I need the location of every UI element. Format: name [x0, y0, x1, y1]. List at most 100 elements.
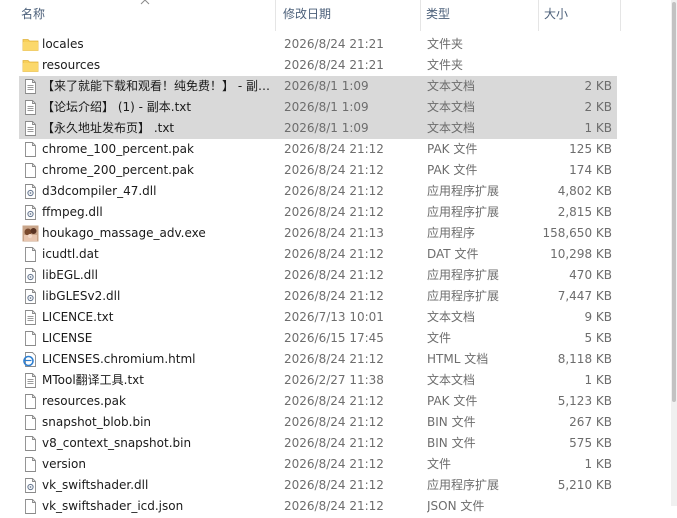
scrollbar-thumb[interactable]: [672, 2, 676, 402]
dll-icon: [22, 288, 39, 305]
file-date: 2026/8/24 21:12: [284, 142, 384, 156]
file-row[interactable]: vk_swiftshader_icd.json 2026/8/24 21:12 JS…: [0, 496, 677, 517]
file-type: 应用程序扩展: [427, 289, 500, 303]
file-name: locales: [42, 37, 84, 51]
file-date: 2026/8/24 21:13: [284, 226, 384, 240]
file-size: 7,447 KB: [557, 289, 612, 303]
column-header-type[interactable]: 类型: [420, 0, 538, 31]
file-icon: [22, 246, 39, 263]
file-date: 2026/8/24 21:12: [284, 478, 384, 492]
file-date: 2026/6/15 17:45: [284, 331, 384, 345]
file-type: 应用程序扩展: [427, 184, 500, 198]
file-size: [540, 55, 612, 76]
file-size: 575 KB: [569, 436, 612, 450]
file-size: 1 KB: [584, 373, 612, 387]
file-row[interactable]: 【论坛介绍】 (1) - 副本.txt 2026/8/1 1:09 文本文档 2 KB: [0, 97, 677, 118]
file-size: 174 KB: [569, 163, 612, 177]
file-date: 2026/8/24 21:12: [284, 457, 384, 471]
column-header-size[interactable]: 大小: [538, 0, 620, 31]
file-row[interactable]: ffmpeg.dll 2026/8/24 21:12 应用程序扩展 2,815 KB: [0, 202, 677, 223]
dll-icon: [22, 183, 39, 200]
file-size: 267 KB: [569, 415, 612, 429]
folder-icon: [22, 57, 39, 74]
file-name: chrome_100_percent.pak: [42, 142, 194, 156]
file-name: d3dcompiler_47.dll: [42, 184, 157, 198]
file-size: 5,210 KB: [557, 478, 612, 492]
file-name: 【论坛介绍】 (1) - 副本.txt: [42, 100, 192, 114]
file-size: 5,123 KB: [557, 394, 612, 408]
file-row[interactable]: resources 2026/8/24 21:21 文件夹: [0, 55, 677, 76]
dll-icon: [22, 267, 39, 284]
folder-icon: [22, 36, 39, 53]
file-date: 2026/8/24 21:12: [284, 205, 384, 219]
file-name: houkago_massage_adv.exe: [42, 226, 206, 240]
column-divider[interactable]: [620, 0, 621, 31]
file-size: 1 KB: [584, 121, 612, 135]
file-size: 158,650 KB: [542, 226, 612, 240]
file-row[interactable]: LICENSE 2026/6/15 17:45 文件 5 KB: [0, 328, 677, 349]
file-type: 文件夹: [427, 37, 464, 51]
file-name: resources: [42, 58, 101, 72]
file-row[interactable]: v8_context_snapshot.bin 2026/8/24 21:12 BI…: [0, 433, 677, 454]
column-header-bar: 名称 修改日期 类型 大小: [0, 0, 677, 31]
file-type: PAK 文件: [427, 142, 478, 156]
file-name: 【来了就能下载和观看！纯免费！】 - 副本.txt: [42, 79, 274, 93]
column-header-name[interactable]: 名称: [15, 0, 275, 31]
text-file-icon: [22, 309, 39, 326]
file-size: 8,118 KB: [557, 352, 612, 366]
file-size: 125 KB: [569, 142, 612, 156]
file-row[interactable]: houkago_massage_adv.exe 2026/8/24 21:13 应用…: [0, 223, 677, 244]
file-row[interactable]: MTool翻译工具.txt 2026/2/27 11:38 文本文档 1 KB: [0, 370, 677, 391]
file-name: libEGL.dll: [42, 268, 98, 282]
file-row[interactable]: chrome_200_percent.pak 2026/8/24 21:12 PAK…: [0, 160, 677, 181]
dll-icon: [22, 477, 39, 494]
file-row[interactable]: LICENCE.txt 2026/7/13 10:01 文本文档 9 KB: [0, 307, 677, 328]
file-row[interactable]: libEGL.dll 2026/8/24 21:12 应用程序扩展 470 KB: [0, 265, 677, 286]
file-row[interactable]: version 2026/8/24 21:12 文件 1 KB: [0, 454, 677, 475]
file-date: 2026/8/1 1:09: [284, 100, 369, 114]
file-type: HTML 文档: [427, 352, 489, 366]
file-date: 2026/8/1 1:09: [284, 121, 369, 135]
file-size: [540, 496, 612, 517]
file-row[interactable]: vk_swiftshader.dll 2026/8/24 21:12 应用程序扩展 5…: [0, 475, 677, 496]
file-row[interactable]: 【永久地址发布页】 .txt 2026/8/1 1:09 文本文档 1 KB: [0, 118, 677, 139]
file-date: 2026/8/24 21:21: [284, 37, 384, 51]
file-type: BIN 文件: [427, 436, 476, 450]
file-type: 文本文档: [427, 79, 476, 93]
file-type: 文本文档: [427, 121, 476, 135]
file-row[interactable]: d3dcompiler_47.dll 2026/8/24 21:12 应用程序扩展 4…: [0, 181, 677, 202]
text-file-icon: [22, 120, 39, 137]
file-row[interactable]: locales 2026/8/24 21:21 文件夹: [0, 34, 677, 55]
file-icon: [22, 456, 39, 473]
file-row[interactable]: LICENSES.chromium.html 2026/8/24 21:12 HTM…: [0, 349, 677, 370]
column-header-date[interactable]: 修改日期: [277, 0, 420, 31]
file-date: 2026/2/27 11:38: [284, 373, 384, 387]
file-name: LICENSES.chromium.html: [42, 352, 196, 366]
file-type: 文件: [427, 331, 452, 345]
file-row[interactable]: icudtl.dat 2026/8/24 21:12 DAT 文件 10,298 KB: [0, 244, 677, 265]
column-divider[interactable]: [275, 0, 276, 31]
file-name: v8_context_snapshot.bin: [42, 436, 192, 450]
file-row[interactable]: resources.pak 2026/8/24 21:12 PAK 文件 5,123 …: [0, 391, 677, 412]
file-name: version: [42, 457, 86, 471]
file-icon: [22, 393, 39, 410]
vertical-scrollbar[interactable]: [671, 0, 677, 506]
file-name: LICENSE: [42, 331, 93, 345]
file-size: 2,815 KB: [557, 205, 612, 219]
file-name: 【永久地址发布页】 .txt: [42, 121, 175, 135]
file-row[interactable]: libGLESv2.dll 2026/8/24 21:12 应用程序扩展 7,447 …: [0, 286, 677, 307]
file-row[interactable]: snapshot_blob.bin 2026/8/24 21:12 BIN 文件 26…: [0, 412, 677, 433]
file-name: ffmpeg.dll: [42, 205, 103, 219]
file-icon: [22, 330, 39, 347]
exe-icon: [22, 225, 39, 242]
file-type: 文件: [427, 457, 452, 471]
file-row[interactable]: 【来了就能下载和观看！纯免费！】 - 副本.txt 2026/8/1 1:09 文本…: [0, 76, 677, 97]
dll-icon: [22, 204, 39, 221]
file-icon: [22, 498, 39, 515]
file-size: 4,802 KB: [557, 184, 612, 198]
file-size: 9 KB: [584, 310, 612, 324]
file-type: 文本文档: [427, 100, 476, 114]
file-type: 应用程序: [427, 226, 476, 240]
file-row[interactable]: chrome_100_percent.pak 2026/8/24 21:12 PAK…: [0, 139, 677, 160]
file-size: 5 KB: [584, 331, 612, 345]
